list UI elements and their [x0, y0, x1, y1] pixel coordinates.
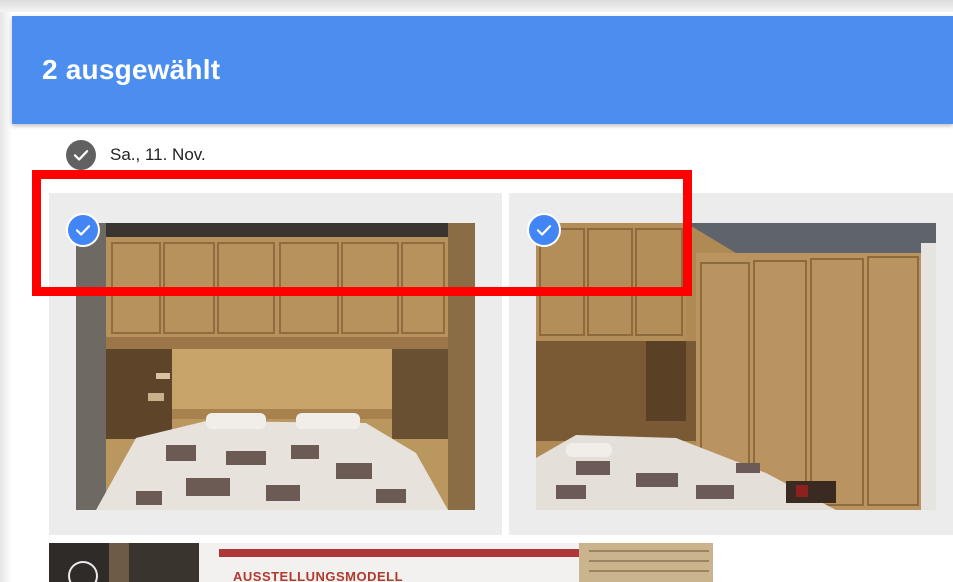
photo-tile[interactable]: AUSSTELLUNGSMODELL [49, 543, 713, 582]
photo-sign-text: AUSSTELLUNGSMODELL [233, 569, 404, 582]
selection-header: 2 ausgewählt [12, 16, 953, 124]
check-circle-icon[interactable] [66, 140, 96, 170]
annotation-highlight-box [32, 170, 692, 296]
window-left-edge [0, 12, 12, 582]
date-group-row: Sa., 11. Nov. [66, 140, 206, 170]
selection-count-title: 2 ausgewählt [42, 54, 221, 85]
date-group-label: Sa., 11. Nov. [110, 145, 206, 164]
window-top-edge [0, 0, 953, 12]
